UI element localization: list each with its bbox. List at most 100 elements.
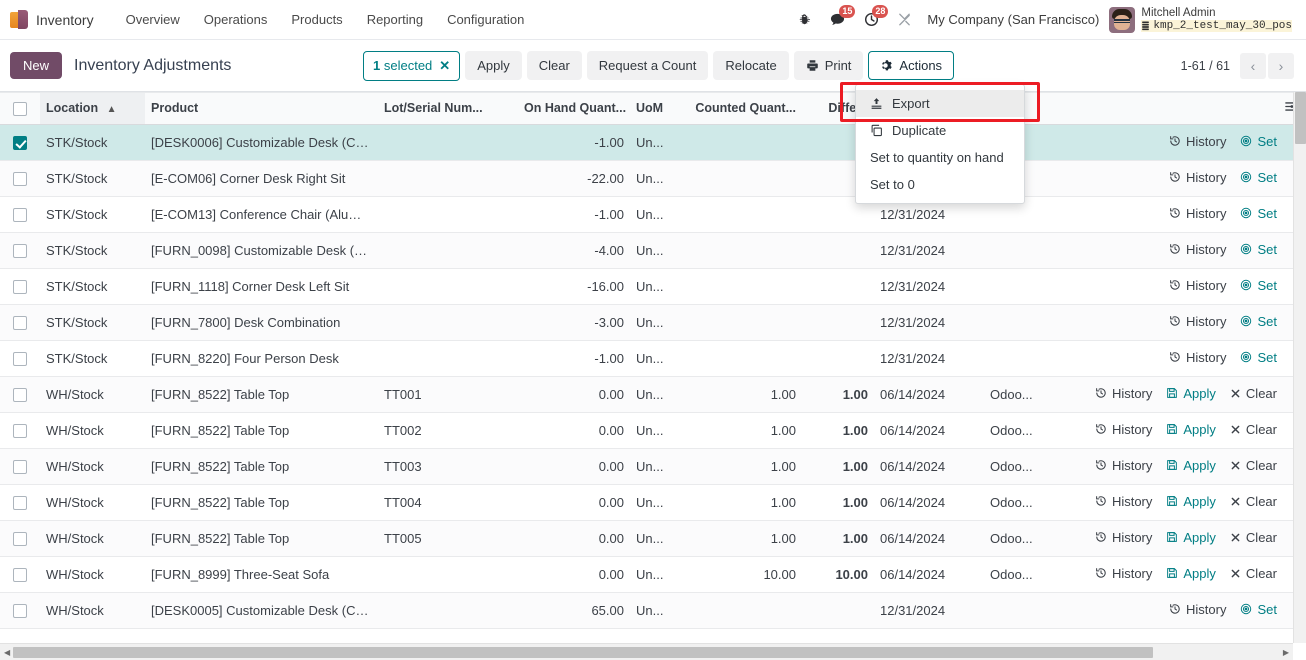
row-action-history[interactable]: History <box>1169 350 1226 365</box>
row-action-history[interactable]: History <box>1095 494 1152 509</box>
relocate-button[interactable]: Relocate <box>713 51 789 80</box>
menu-reporting[interactable]: Reporting <box>355 6 435 33</box>
row-checkbox[interactable] <box>13 459 27 474</box>
row-action-set[interactable]: Set <box>1240 314 1277 329</box>
menu-products[interactable]: Products <box>279 6 354 33</box>
app-name[interactable]: Inventory <box>36 12 94 28</box>
row-checkbox[interactable] <box>13 387 27 402</box>
row-action-apply[interactable]: Apply <box>1166 566 1216 581</box>
user-menu[interactable]: Mitchell Admin kmp_2_test_may_30_pos <box>1109 6 1296 33</box>
row-action-clear[interactable]: Clear <box>1230 530 1277 545</box>
selection-badge[interactable]: 1 selected ✕ <box>363 50 461 81</box>
column-header-on-hand-quantity[interactable]: On Hand Quant... <box>518 92 630 125</box>
menu-item-set-to-quantity-on-hand[interactable]: Set to quantity on hand <box>856 144 1024 171</box>
pager-range[interactable]: 1-61 / 61 <box>1181 59 1230 73</box>
print-button[interactable]: Print <box>793 51 864 80</box>
select-all-header[interactable] <box>0 92 40 125</box>
row-action-clear[interactable]: Clear <box>1230 386 1277 401</box>
table-row[interactable]: WH/Stock [DESK0005] Customizable Desk (Cu… <box>0 592 1293 629</box>
row-checkbox[interactable] <box>13 351 27 366</box>
row-checkbox[interactable] <box>13 243 27 258</box>
table-row[interactable]: STK/Stock [FURN_0098] Customizable Desk (… <box>0 232 1293 269</box>
row-action-apply[interactable]: Apply <box>1166 494 1216 509</box>
scroll-right-icon[interactable]: ▶ <box>1283 648 1289 657</box>
row-select-cell[interactable] <box>0 268 40 305</box>
row-action-set[interactable]: Set <box>1240 134 1277 149</box>
vertical-scrollbar[interactable] <box>1293 92 1306 643</box>
row-action-apply[interactable]: Apply <box>1166 386 1216 401</box>
row-action-set[interactable]: Set <box>1240 206 1277 221</box>
row-action-history[interactable]: History <box>1169 602 1226 617</box>
previous-page-button[interactable]: ‹ <box>1240 52 1266 79</box>
request-a-count-button[interactable]: Request a Count <box>586 51 709 80</box>
row-action-set[interactable]: Set <box>1240 278 1277 293</box>
vertical-scrollbar-thumb[interactable] <box>1295 92 1306 144</box>
table-row[interactable]: WH/Stock [FURN_8522] Table Top TT003 0.00 Un… <box>0 448 1293 485</box>
table-row[interactable]: STK/Stock [FURN_8220] Four Person Desk -1.… <box>0 340 1293 377</box>
row-action-clear[interactable]: Clear <box>1230 458 1277 473</box>
table-row[interactable]: WH/Stock [FURN_8522] Table Top TT002 0.00 Un… <box>0 412 1293 449</box>
row-action-history[interactable]: History <box>1169 206 1226 221</box>
row-action-apply[interactable]: Apply <box>1166 530 1216 545</box>
table-row[interactable]: WH/Stock [FURN_8522] Table Top TT004 0.00 Un… <box>0 484 1293 521</box>
row-select-cell[interactable] <box>0 304 40 341</box>
column-header-lot-serial[interactable]: Lot/Serial Num... <box>378 92 518 125</box>
row-checkbox[interactable] <box>13 207 27 222</box>
wrench-icon[interactable] <box>888 12 921 27</box>
table-row[interactable]: WH/Stock [FURN_8522] Table Top TT005 0.00 Un… <box>0 520 1293 557</box>
row-checkbox[interactable] <box>13 531 27 546</box>
row-action-history[interactable]: History <box>1169 278 1226 293</box>
row-checkbox[interactable] <box>13 423 27 438</box>
row-action-clear[interactable]: Clear <box>1230 494 1277 509</box>
row-action-history[interactable]: History <box>1169 314 1226 329</box>
row-select-cell[interactable] <box>0 448 40 485</box>
row-action-set[interactable]: Set <box>1240 602 1277 617</box>
row-checkbox[interactable] <box>13 495 27 510</box>
chat-icon[interactable]: 15 <box>820 5 856 27</box>
company-selector[interactable]: My Company (San Francisco) <box>921 12 1109 27</box>
row-action-set[interactable]: Set <box>1240 242 1277 257</box>
select-all-checkbox[interactable] <box>13 101 27 116</box>
clock-icon[interactable]: 28 <box>855 5 889 27</box>
menu-item-duplicate[interactable]: Duplicate <box>856 117 1024 144</box>
row-action-set[interactable]: Set <box>1240 350 1277 365</box>
column-header-product[interactable]: Product <box>145 92 378 125</box>
row-select-cell[interactable] <box>0 556 40 593</box>
column-header-counted-quantity[interactable]: Counted Quant... <box>672 92 802 125</box>
bug-icon[interactable] <box>789 13 820 27</box>
row-select-cell[interactable] <box>0 196 40 233</box>
row-select-cell[interactable] <box>0 592 40 629</box>
row-select-cell[interactable] <box>0 484 40 521</box>
row-select-cell[interactable] <box>0 124 40 161</box>
table-row[interactable]: WH/Stock [FURN_8522] Table Top TT001 0.00 Un… <box>0 376 1293 413</box>
row-select-cell[interactable] <box>0 340 40 377</box>
row-checkbox[interactable] <box>13 603 27 618</box>
horizontal-scrollbar[interactable]: ◀ ▶ <box>0 643 1293 660</box>
menu-configuration[interactable]: Configuration <box>435 6 536 33</box>
row-action-history[interactable]: History <box>1169 134 1226 149</box>
apply-button[interactable]: Apply <box>465 51 522 80</box>
row-action-history[interactable]: History <box>1095 458 1152 473</box>
row-select-cell[interactable] <box>0 160 40 197</box>
actions-button[interactable]: Actions <box>868 51 955 80</box>
menu-overview[interactable]: Overview <box>114 6 192 33</box>
new-button[interactable]: New <box>10 52 63 79</box>
row-action-history[interactable]: History <box>1095 422 1152 437</box>
table-row[interactable]: WH/Stock [FURN_8999] Three-Seat Sofa 0.00 U… <box>0 556 1293 593</box>
table-row[interactable]: STK/Stock [DESK0006] Customizable Desk (C… <box>0 124 1293 161</box>
clear-button[interactable]: Clear <box>526 51 582 80</box>
row-checkbox[interactable] <box>13 567 27 582</box>
menu-operations[interactable]: Operations <box>192 6 280 33</box>
table-row[interactable]: STK/Stock [E-COM13] Conference Chair (Alu… <box>0 196 1293 233</box>
row-action-apply[interactable]: Apply <box>1166 458 1216 473</box>
table-row[interactable]: STK/Stock [E-COM06] Corner Desk Right Sit… <box>0 160 1293 197</box>
column-header-uom[interactable]: UoM <box>630 92 672 125</box>
row-action-clear[interactable]: Clear <box>1230 422 1277 437</box>
row-checkbox[interactable] <box>13 279 27 294</box>
row-action-set[interactable]: Set <box>1240 170 1277 185</box>
row-select-cell[interactable] <box>0 376 40 413</box>
table-row[interactable]: STK/Stock [FURN_7800] Desk Combination -3.… <box>0 304 1293 341</box>
column-header-location[interactable]: Location ▲ <box>40 92 145 125</box>
row-select-cell[interactable] <box>0 520 40 557</box>
row-action-apply[interactable]: Apply <box>1166 422 1216 437</box>
